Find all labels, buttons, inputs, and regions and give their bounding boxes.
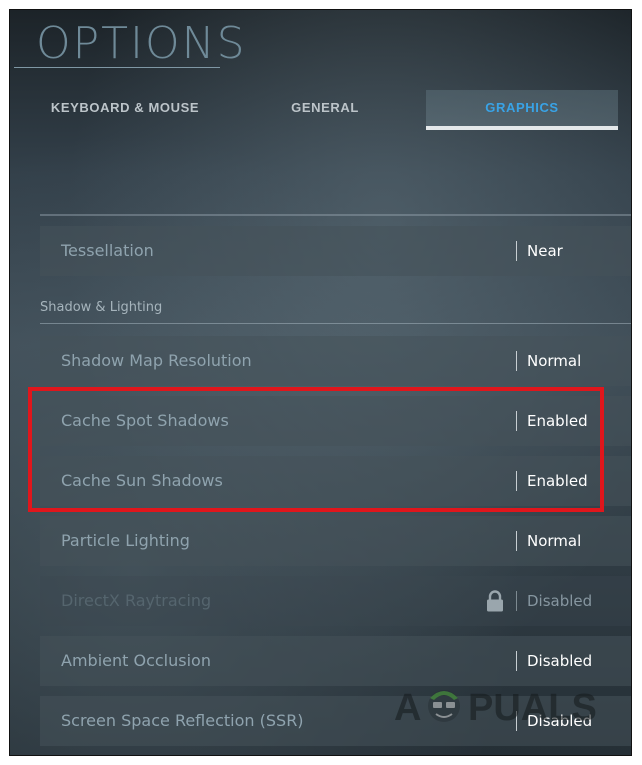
setting-value[interactable]: Disabled xyxy=(527,636,592,686)
section-divider xyxy=(40,323,631,324)
setting-label: DirectX Raytracing xyxy=(61,591,212,610)
value-separator xyxy=(516,241,517,261)
page-title: OPTIONS xyxy=(36,18,247,69)
setting-value[interactable]: Normal xyxy=(527,336,581,386)
setting-row-shadow-map-resolution[interactable]: Shadow Map Resolution Normal xyxy=(40,336,631,386)
setting-row-directx-raytracing: DirectX Raytracing Disabled xyxy=(40,576,631,626)
title-underline xyxy=(14,67,220,68)
svg-text:PUALS: PUALS xyxy=(468,687,597,729)
tab-bar: KEYBOARD & MOUSE GENERAL GRAPHICS xyxy=(10,90,631,132)
value-separator xyxy=(516,531,517,551)
setting-label: Screen Space Reflection (SSR) xyxy=(61,711,304,730)
setting-label: Shadow Map Resolution xyxy=(61,351,252,370)
section-header-shadow-lighting: Shadow & Lighting xyxy=(40,300,163,315)
setting-label: Ambient Occlusion xyxy=(61,651,211,670)
setting-label: Particle Lighting xyxy=(61,531,190,550)
tab-general[interactable]: GENERAL xyxy=(240,90,410,130)
value-separator xyxy=(516,651,517,671)
value-separator xyxy=(516,591,517,611)
setting-label: Tessellation xyxy=(61,241,154,260)
setting-value: Disabled xyxy=(527,592,593,610)
setting-value[interactable]: Near xyxy=(527,226,563,276)
list-top-divider xyxy=(40,214,631,216)
tab-graphics[interactable]: GRAPHICS xyxy=(426,90,618,130)
lock-icon xyxy=(485,590,505,612)
options-window: OPTIONS KEYBOARD & MOUSE GENERAL GRAPHIC… xyxy=(10,10,631,755)
highlight-box xyxy=(28,387,604,512)
setting-value[interactable]: Normal xyxy=(527,516,581,566)
svg-text:A: A xyxy=(394,687,421,729)
value-separator xyxy=(516,351,517,371)
setting-row-ambient-occlusion[interactable]: Ambient Occlusion Disabled xyxy=(40,636,631,686)
setting-row-tessellation[interactable]: Tessellation Near xyxy=(40,226,631,276)
setting-row-particle-lighting[interactable]: Particle Lighting Normal xyxy=(40,516,631,566)
tab-keyboard-mouse[interactable]: KEYBOARD & MOUSE xyxy=(30,90,220,130)
appuals-watermark-logo: A PUALS xyxy=(388,680,608,730)
